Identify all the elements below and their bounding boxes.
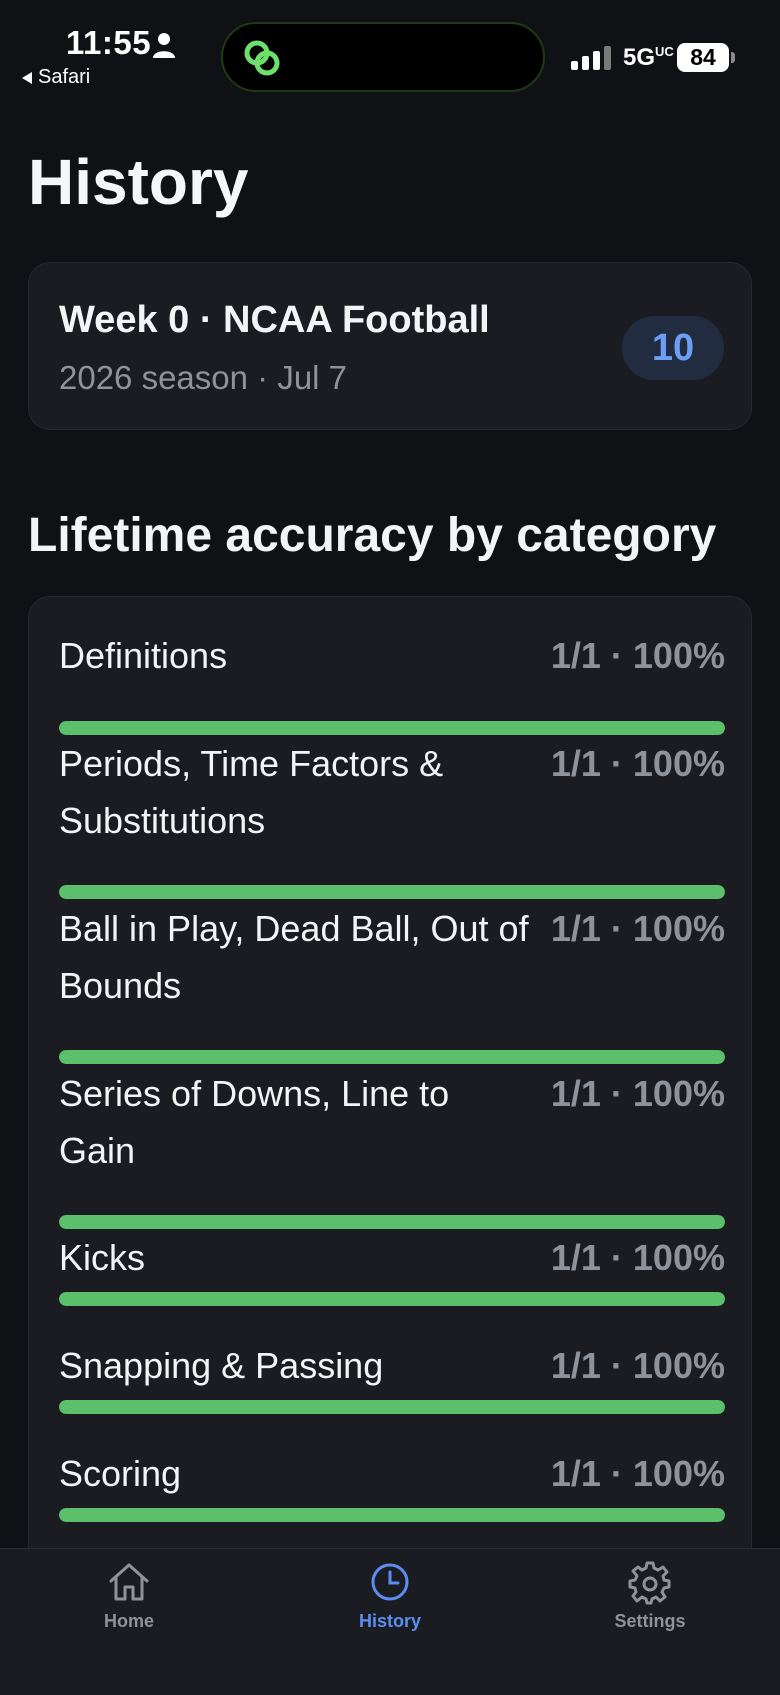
category-progress-fill (59, 885, 725, 899)
category-stat: 1/1 · 100% (550, 908, 725, 949)
category-stat: 1/1 · 100% (550, 635, 725, 676)
week-subtitle: 2026 season · Jul 7 (59, 359, 348, 396)
category-progress-bar (59, 1508, 725, 1522)
category-progress-fill (59, 1215, 725, 1229)
tab-settings[interactable]: Settings (570, 1559, 730, 1659)
category-progress-fill (59, 1508, 725, 1522)
category-label: Definitions (59, 635, 228, 676)
battery-indicator: 84 (677, 43, 729, 72)
category-progress-bar (59, 1292, 725, 1306)
category-stat: 1/1 · 100% (550, 1345, 725, 1386)
tab-home[interactable]: Home (49, 1559, 209, 1659)
category-progress-fill (59, 1050, 725, 1064)
dynamic-island[interactable] (221, 22, 545, 92)
category-stat: 1/1 · 100% (550, 1073, 725, 1114)
screen: 11:55 Safari 5GUC 84 History Week 0 · NC… (0, 0, 780, 1695)
category-progress-fill (59, 1400, 725, 1414)
category-stat: 1/1 · 100% (550, 743, 725, 784)
category-progress-fill (59, 1292, 725, 1306)
score-badge: 10 (622, 316, 724, 380)
network-type: 5GUC (623, 44, 674, 71)
category-label: Kicks (59, 1237, 146, 1278)
tab-history-label: History (358, 1611, 421, 1631)
category-progress-bar (59, 885, 725, 899)
category-label: Scoring (59, 1453, 182, 1494)
category-progress-bar (59, 1400, 725, 1414)
status-time: 11:55 (66, 24, 152, 61)
status-bar: 11:55 Safari 5GUC 84 (0, 0, 780, 100)
tab-settings-label: Settings (614, 1611, 686, 1631)
category-progress-bar (59, 1215, 725, 1229)
week-title: Week 0 · NCAA Football (59, 299, 490, 341)
back-label: Safari (38, 66, 91, 88)
category-row: Definitions 1/1 · 100% (59, 627, 725, 735)
house-icon (109, 1563, 149, 1601)
gear-icon (628, 1561, 671, 1605)
category-label: Periods, Time Factors & Substitutions (59, 743, 444, 841)
back-to-safari-link[interactable]: Safari (22, 66, 90, 89)
category-progress-bar (59, 721, 725, 735)
clock-icon (371, 1563, 409, 1601)
tab-history[interactable]: History (310, 1559, 470, 1659)
battery-tip (731, 52, 735, 63)
category-accuracy-card: Definitions 1/1 · 100% Periods, Time Fac… (28, 596, 752, 1695)
category-progress-bar (59, 1050, 725, 1064)
category-label: Snapping & Passing (59, 1345, 384, 1386)
tab-home-label: Home (103, 1611, 154, 1631)
category-stat: 1/1 · 100% (550, 1237, 725, 1278)
category-label: Ball in Play, Dead Ball, Out of Bounds (59, 908, 529, 1006)
section-heading: Lifetime accuracy by category (28, 509, 717, 562)
category-progress-fill (59, 721, 725, 735)
back-arrow-icon (22, 71, 32, 84)
tab-bar: Home History Settings (0, 1548, 780, 1695)
link-rings-icon (244, 40, 280, 76)
page-title: History (28, 146, 249, 218)
person-icon (153, 33, 175, 58)
category-stat: 1/1 · 100% (550, 1453, 725, 1494)
category-label: Series of Downs, Line to Gain (59, 1073, 450, 1171)
cellular-signal-icon (571, 44, 611, 70)
week-card[interactable]: Week 0 · NCAA Football 2026 season · Jul… (28, 262, 752, 430)
